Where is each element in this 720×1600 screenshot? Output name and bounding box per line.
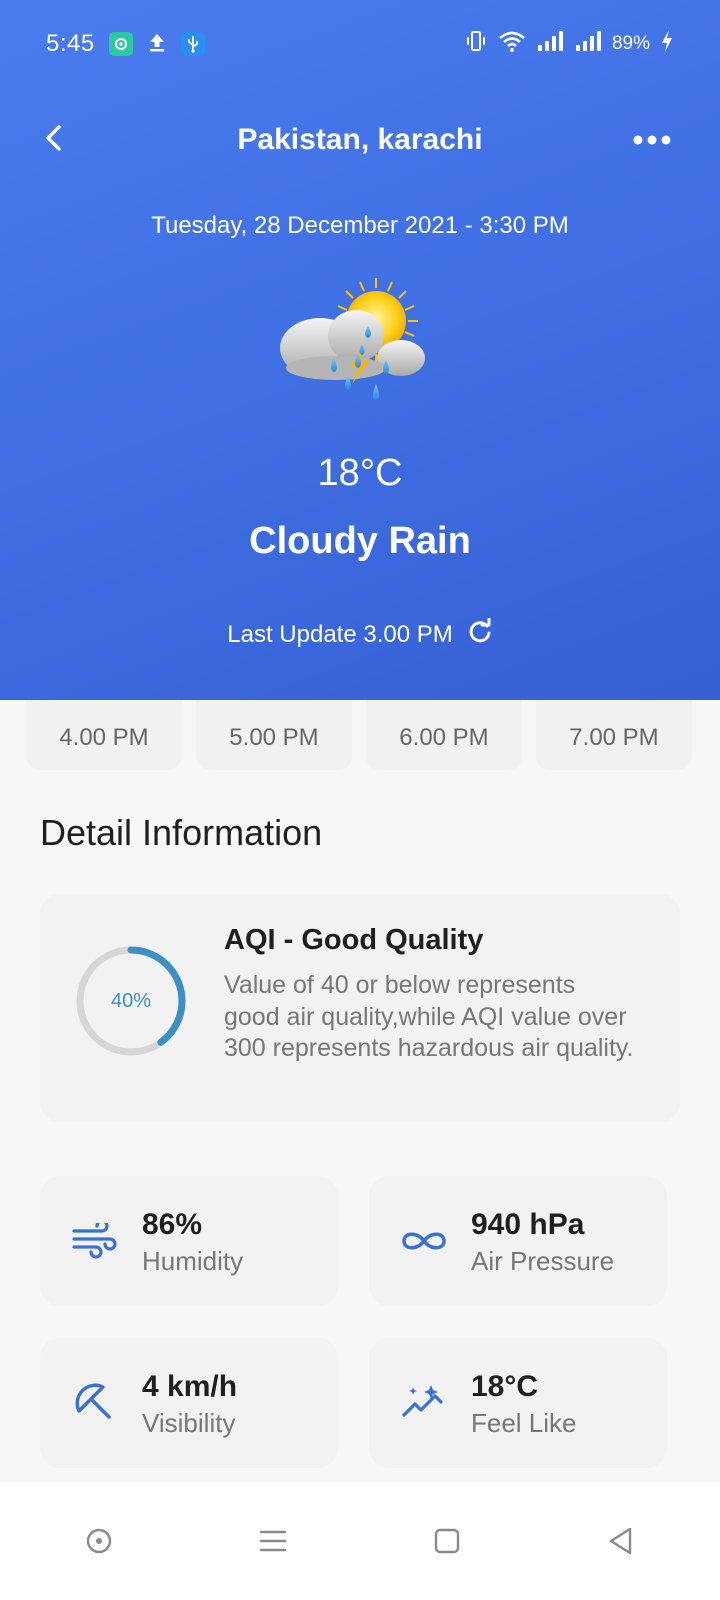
back-button[interactable] bbox=[34, 118, 74, 158]
visibility-value: 4 km/h bbox=[142, 1370, 238, 1403]
last-update-row: Last Update 3.00 PM bbox=[0, 617, 720, 651]
humidity-value: 86% bbox=[142, 1208, 203, 1241]
usb-icon bbox=[180, 32, 205, 56]
circle-dot-icon bbox=[86, 1528, 112, 1554]
city-title: Pakistan, karachi bbox=[237, 123, 483, 156]
wind-icon bbox=[70, 1216, 120, 1266]
charging-icon bbox=[660, 29, 674, 59]
umbrella-icon bbox=[70, 1378, 120, 1428]
status-bar: 5:45 89% bbox=[0, 26, 720, 62]
current-temperature: 18°C bbox=[317, 452, 403, 494]
weather-condition: Cloudy Rain bbox=[249, 520, 471, 562]
status-time: 5:45 bbox=[46, 30, 95, 57]
back-nav-button[interactable] bbox=[591, 1511, 651, 1571]
hero-header: 5:45 89% Pakistan, karachi Tuesday, 28 D… bbox=[0, 0, 720, 700]
infinity-icon bbox=[399, 1216, 449, 1266]
sparkles-icon bbox=[399, 1378, 449, 1428]
aqi-percent: 40% bbox=[110, 989, 152, 1012]
feel-like-card: 18°C Feel Like bbox=[369, 1338, 667, 1468]
more-options-button[interactable] bbox=[626, 122, 678, 158]
hourly-time: 6.00 PM bbox=[399, 724, 489, 751]
hourly-time: 5.00 PM bbox=[229, 724, 319, 751]
visibility-label: Visibility bbox=[142, 1408, 236, 1438]
visibility-card: 4 km/h Visibility bbox=[40, 1338, 338, 1468]
feel-like-value: 18°C bbox=[471, 1370, 539, 1403]
upload-icon bbox=[147, 31, 167, 58]
aqi-description: Value of 40 or below represents good air… bbox=[224, 971, 634, 1062]
system-nav-bar bbox=[0, 1482, 720, 1600]
triangle-back-icon bbox=[609, 1527, 632, 1555]
menu-icon bbox=[259, 1530, 287, 1552]
more-horizontal-icon bbox=[633, 135, 671, 145]
home-button[interactable] bbox=[417, 1511, 477, 1571]
status-left: 5:45 bbox=[46, 30, 205, 58]
signal-icon-2 bbox=[574, 30, 602, 58]
assistant-button[interactable] bbox=[69, 1511, 129, 1571]
feel-like-label: Feel Like bbox=[471, 1408, 577, 1438]
app-bar: Pakistan, karachi bbox=[0, 108, 720, 172]
vibrate-icon bbox=[464, 29, 488, 59]
air-pressure-label: Air Pressure bbox=[471, 1246, 615, 1276]
hourly-time: 7.00 PM bbox=[569, 724, 659, 751]
air-pressure-card: 940 hPa Air Pressure bbox=[369, 1176, 667, 1306]
detail-section-title: Detail Information bbox=[40, 812, 323, 853]
hourly-time: 4.00 PM bbox=[59, 724, 149, 751]
last-update-text: Last Update 3.00 PM bbox=[227, 620, 453, 648]
wifi-icon bbox=[498, 29, 526, 59]
battery-percent: 89% bbox=[611, 33, 650, 54]
signal-icon bbox=[536, 30, 564, 58]
humidity-card: 86% Humidity bbox=[40, 1176, 338, 1306]
humidity-label: Humidity bbox=[142, 1246, 244, 1276]
aqi-card: 40% AQI - Good Quality Value of 40 or be… bbox=[40, 894, 680, 1122]
app-notification-icon bbox=[108, 32, 133, 56]
square-icon bbox=[434, 1528, 460, 1554]
menu-button[interactable] bbox=[243, 1511, 303, 1571]
aqi-title: AQI - Good Quality bbox=[224, 924, 484, 956]
cloudy-rain-icon bbox=[276, 276, 436, 416]
status-right: 89% bbox=[464, 29, 674, 59]
air-pressure-value: 940 hPa bbox=[471, 1208, 585, 1241]
chevron-left-icon bbox=[46, 125, 61, 151]
refresh-icon[interactable] bbox=[467, 617, 493, 651]
current-date: Tuesday, 28 December 2021 - 3:30 PM bbox=[151, 212, 569, 239]
